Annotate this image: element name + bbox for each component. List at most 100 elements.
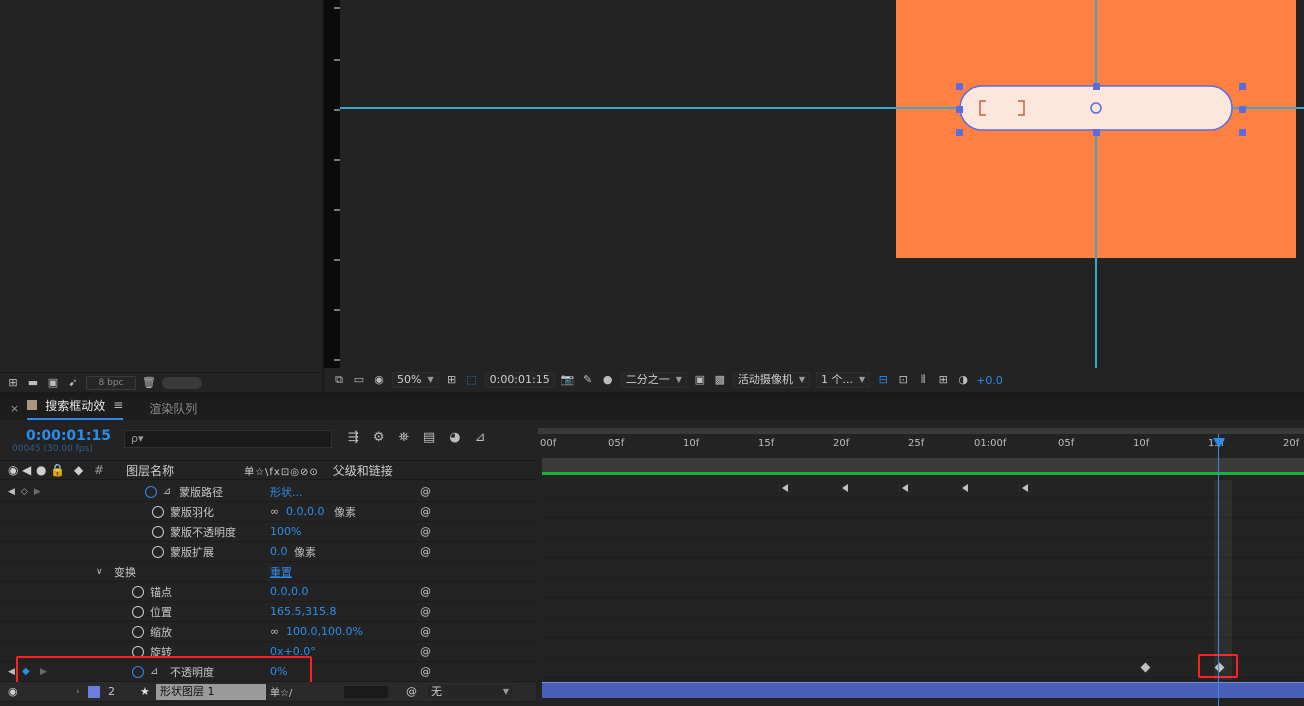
exposure-value[interactable]: +0.0 (976, 374, 1003, 387)
timeline-toggle-icon[interactable]: ⫴ (916, 374, 930, 386)
pickwhip-icon[interactable]: @ (420, 485, 431, 498)
graph-icon[interactable]: ⊿ (163, 486, 171, 497)
stopwatch-icon[interactable] (132, 665, 144, 678)
layer-switch-boxes[interactable] (344, 685, 388, 698)
snapshot-icon[interactable]: 📷 (561, 374, 575, 386)
current-time-display[interactable]: 0:00:01:15 (484, 372, 555, 388)
pickwhip-icon[interactable]: @ (420, 545, 431, 558)
stopwatch-icon[interactable] (152, 505, 164, 518)
parent-dropdown[interactable]: 无 ▼ (426, 683, 514, 700)
thumbnail-slider[interactable] (162, 376, 202, 389)
pickwhip-icon[interactable]: @ (420, 585, 431, 598)
keyframe-marker[interactable] (782, 484, 788, 492)
keyframe-track[interactable] (542, 558, 1302, 578)
eye-icon[interactable]: ◉ (8, 685, 18, 698)
tab-render-queue[interactable]: 渲染队列 (149, 400, 197, 417)
next-keyframe-icon[interactable]: ▶ (34, 487, 41, 497)
pickwhip-icon[interactable]: @ (420, 645, 431, 658)
bit-depth-button[interactable]: 8 bpc (86, 375, 136, 390)
layer-duration-bar[interactable] (542, 682, 1304, 698)
comp-flowchart-icon[interactable]: ⇶ (348, 430, 359, 445)
pixel-aspect-icon[interactable]: ⊟ (876, 374, 890, 386)
playhead-handle[interactable] (1213, 438, 1225, 448)
property-row-anchor-point[interactable]: 锚点 0.0,0.0 @ (0, 582, 536, 602)
lock-icon[interactable]: 🔒 (50, 463, 65, 477)
trash-icon[interactable]: 🗑 (142, 376, 156, 389)
stopwatch-icon[interactable] (132, 585, 144, 598)
link-icon[interactable]: ∞ (270, 625, 279, 638)
reset-exposure-icon[interactable]: ◑ (956, 374, 970, 386)
shy-layers-icon[interactable]: ⛯ (399, 430, 409, 445)
property-value[interactable]: 0% (270, 665, 287, 678)
monitor-icon[interactable]: ▭ (352, 374, 366, 386)
keyframe-track-opacity[interactable] (542, 654, 1302, 678)
new-composition-icon[interactable]: ▣ (46, 376, 60, 389)
checkerboard-icon[interactable]: ▩ (713, 374, 727, 386)
zoom-dropdown[interactable]: 50% ▼ (392, 372, 439, 388)
keyframe-marker[interactable] (842, 484, 848, 492)
grid-icon[interactable]: ⊞ (445, 374, 459, 386)
pickwhip-icon[interactable]: @ (420, 625, 431, 638)
chevron-down-icon[interactable]: ∨ (96, 567, 103, 577)
property-value[interactable]: 100.0,100.0% (286, 625, 363, 638)
close-tab-icon[interactable]: × (10, 402, 19, 415)
keyframe-track-mask-path[interactable] (542, 478, 1302, 498)
property-row-opacity[interactable]: ◀ ◆ ▶ ⊿ 不透明度 0% @ (0, 656, 536, 686)
stopwatch-icon[interactable] (144, 485, 157, 498)
keyframe-track[interactable] (542, 638, 1302, 658)
property-row-scale[interactable]: 缩放 ∞ 100.0,100.0% @ (0, 622, 536, 642)
always-preview-icon[interactable]: ⧉ (332, 374, 346, 386)
add-keyframe-icon[interactable]: ◇ (21, 487, 28, 497)
keyframe-marker[interactable] (962, 484, 968, 492)
camera-dropdown[interactable]: 活动摄像机 ▼ (732, 372, 811, 388)
interpret-footage-icon[interactable]: ⊞ (6, 376, 20, 389)
layer-name[interactable]: 形状图层 1 (156, 683, 266, 700)
fast-preview-icon[interactable]: ⊡ (896, 374, 910, 386)
color-channels-icon[interactable]: ● (601, 374, 615, 386)
property-value[interactable]: 0.0,0.0 (270, 585, 308, 598)
stopwatch-icon[interactable] (132, 605, 144, 618)
view-layout-dropdown[interactable]: 1 个... ▼ (816, 372, 871, 388)
keyframe-marker[interactable] (1140, 662, 1151, 673)
stopwatch-icon[interactable] (152, 525, 164, 538)
property-row-mask-path[interactable]: ◀ ◇ ▶ ⊿ 蒙版路径 形状... @ (0, 482, 536, 502)
solo-icon[interactable]: ● (36, 463, 48, 477)
show-snapshot-icon[interactable]: ✎ (581, 374, 595, 386)
eye-icon[interactable]: ◉ (8, 463, 20, 477)
chevron-right-icon[interactable]: › (76, 687, 80, 697)
label-color-swatch[interactable] (88, 685, 100, 698)
keyframe-track[interactable] (542, 518, 1302, 538)
label-icon[interactable]: ◆ (74, 463, 86, 477)
layer-search-input[interactable]: ρ▾ (124, 430, 332, 448)
pickwhip-icon[interactable]: @ (420, 525, 431, 538)
layer-switches[interactable]: 单☆/ (270, 684, 292, 699)
time-ruler[interactable]: 00f 05f 10f 15f 20f 25f 01:00f 05f 10f 1… (538, 434, 1304, 456)
pickwhip-icon[interactable]: @ (420, 505, 431, 518)
keyframe-marker[interactable] (1022, 484, 1028, 492)
flowchart-icon[interactable]: ➹ (66, 376, 80, 389)
keyframe-marker[interactable] (902, 484, 908, 492)
property-value[interactable]: 165.5,315.8 (270, 605, 336, 618)
transparency-grid-icon[interactable]: ⬚ (465, 374, 479, 386)
keyframe-track[interactable] (542, 618, 1302, 638)
frame-blending-icon[interactable]: ▤ (423, 430, 435, 445)
motion-blur-icon[interactable]: ◕ (449, 430, 460, 445)
viewer-canvas[interactable] (324, 0, 1304, 368)
layer-row-shape-layer[interactable]: ◉ › 2 ★ 形状图层 1 单☆/ @ 无 ▼ (0, 682, 536, 702)
resolution-dropdown[interactable]: 二分之一 ▼ (620, 372, 687, 388)
property-value[interactable]: 0.0,0.0 (286, 505, 324, 518)
property-value[interactable]: 0.0 (270, 545, 288, 558)
tab-composition[interactable]: 搜索框动效 ≡ (27, 397, 124, 420)
graph-editor-icon[interactable]: ⊿ (475, 430, 486, 445)
stopwatch-icon[interactable] (132, 625, 144, 638)
keyframe-track[interactable] (542, 498, 1302, 518)
parent-pickwhip-icon[interactable]: @ (406, 685, 417, 698)
property-value[interactable]: 100% (270, 525, 301, 538)
keyframe-track[interactable] (542, 538, 1302, 558)
reset-link[interactable]: 重置 (270, 564, 292, 580)
prev-keyframe-icon[interactable]: ◀ (8, 667, 15, 677)
mask-visibility-icon[interactable]: ◉ (372, 374, 386, 386)
keyframe-track[interactable] (542, 578, 1302, 598)
tab-menu-icon[interactable]: ≡ (113, 398, 123, 412)
property-value[interactable]: 形状... (270, 484, 303, 500)
